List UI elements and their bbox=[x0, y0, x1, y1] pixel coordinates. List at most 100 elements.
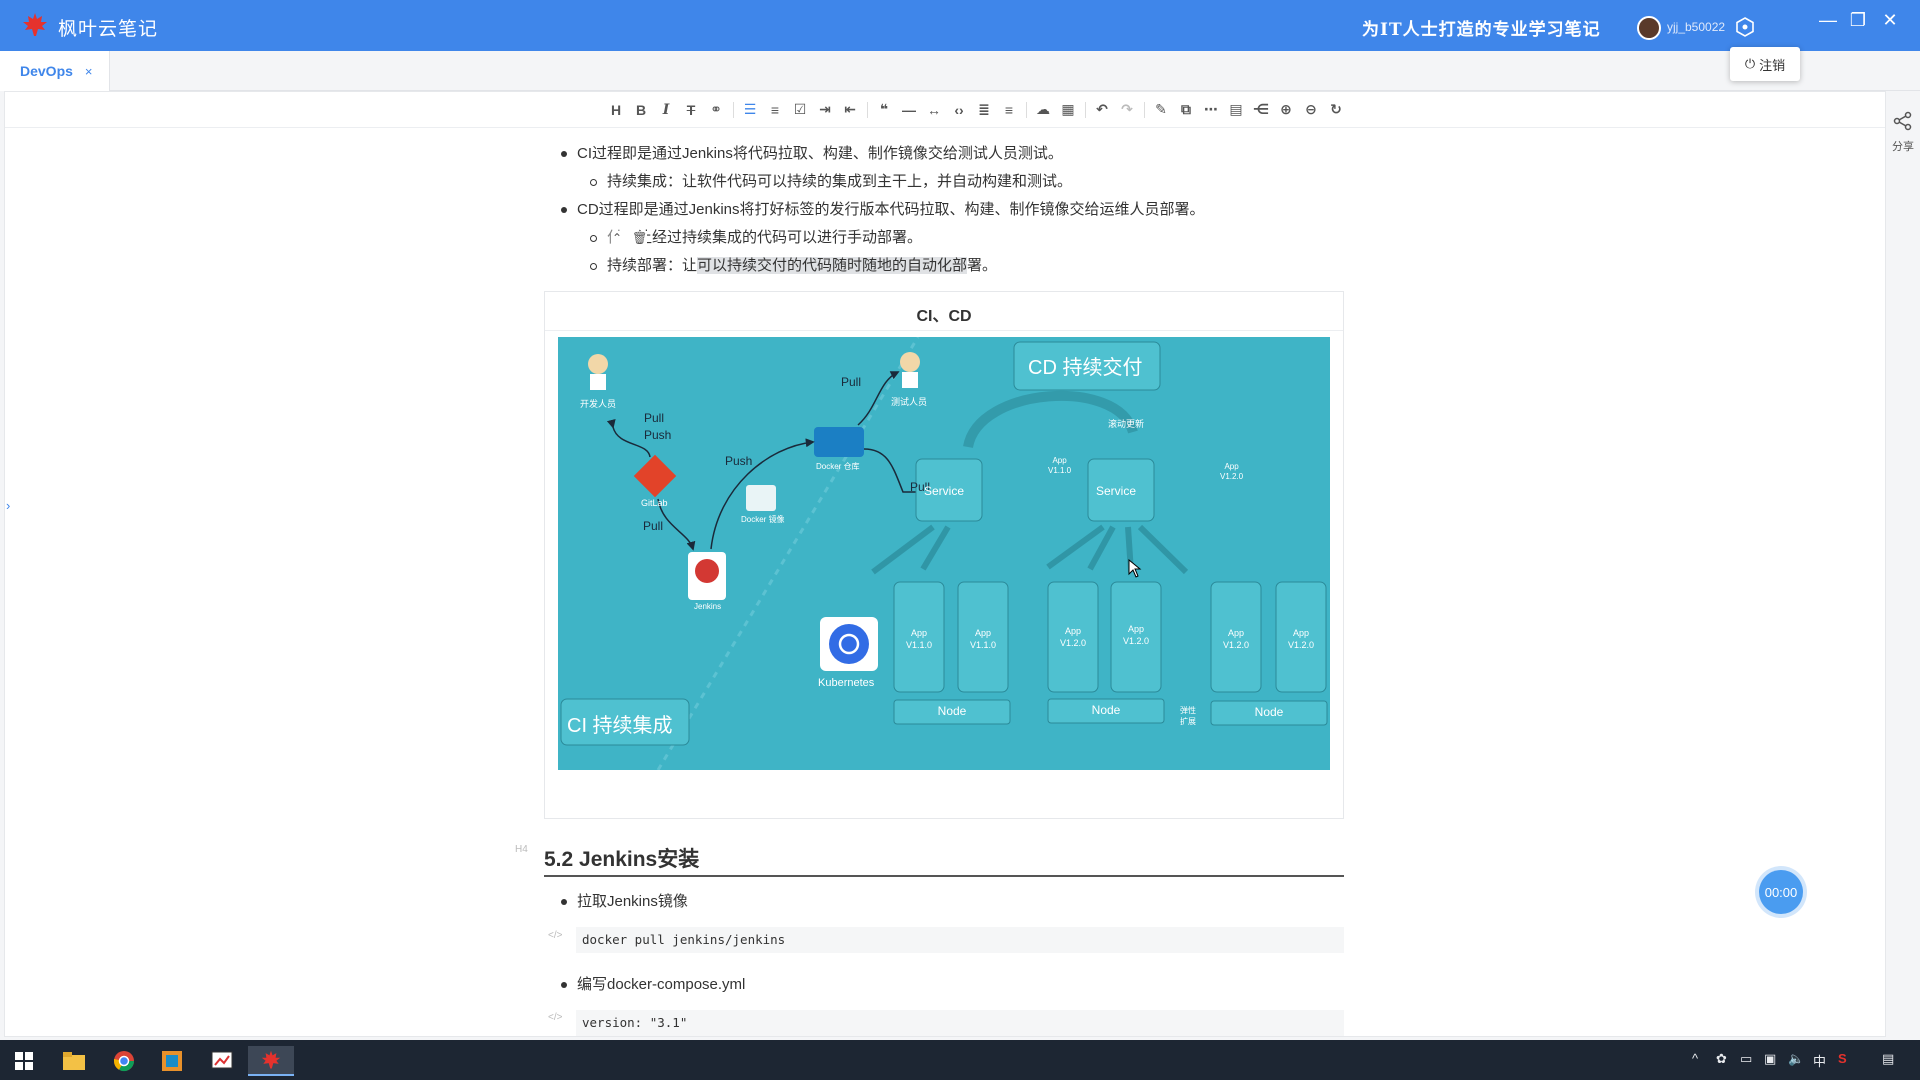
service-version: App V1.1.0 bbox=[1048, 456, 1071, 476]
logout-button[interactable]: ⏻ 注销 bbox=[1730, 47, 1800, 81]
logout-label: 注销 bbox=[1759, 57, 1786, 73]
tester-person-icon bbox=[900, 352, 920, 372]
ime-indicator[interactable]: 中 bbox=[1813, 1051, 1826, 1070]
outdent-icon[interactable]: ⇤ bbox=[838, 97, 863, 122]
power-icon: ⏻ bbox=[1744, 56, 1756, 71]
bold-icon[interactable]: B bbox=[629, 97, 654, 122]
screen-capture-icon[interactable] bbox=[202, 1046, 242, 1076]
list-item: 编写docker-compose.yml bbox=[561, 973, 745, 994]
developer-label: 开发人员 bbox=[580, 399, 617, 409]
network-icon[interactable]: ▣ bbox=[1764, 1051, 1776, 1067]
more-icon[interactable]: ⋯ bbox=[1199, 97, 1224, 122]
service-label: Service bbox=[924, 484, 965, 498]
notification-center-icon[interactable]: ▤ bbox=[1882, 1051, 1894, 1067]
refresh-icon[interactable]: ↻ bbox=[1324, 97, 1349, 122]
app-label: App bbox=[1292, 628, 1309, 638]
expand-sidebar-icon[interactable]: › bbox=[6, 498, 10, 513]
service-label: Service bbox=[1096, 484, 1137, 498]
docker-image-label: Docker 镜像 bbox=[741, 515, 785, 524]
zoom-out-icon[interactable]: ⊖ bbox=[1299, 97, 1324, 122]
collapse-up-icon[interactable]: ⌃ bbox=[612, 231, 622, 245]
tab-devops[interactable]: DevOps × bbox=[0, 51, 110, 91]
upload-icon[interactable]: ☁ bbox=[1031, 97, 1056, 122]
code-block[interactable]: version: "3.1" bbox=[576, 1010, 1344, 1036]
version-label: V1.1.0 bbox=[969, 640, 997, 650]
close-window-icon[interactable]: ✕ bbox=[1878, 10, 1902, 31]
horizontal-rule-icon[interactable]: — bbox=[897, 97, 922, 122]
minimize-icon[interactable]: — bbox=[1816, 10, 1840, 31]
mindmap-icon[interactable]: ⋲ bbox=[1249, 97, 1274, 122]
list-item-text: 持续集成：让软件代码可以持续的集成到主干上，并自动构建和测试。 bbox=[607, 173, 1073, 190]
list-item-text: CD过程即是通过Jenkins将打好标签的发行版本代码拉取、构建、制作镜像交给运… bbox=[577, 201, 1205, 218]
tray-app-icon[interactable]: ✿ bbox=[1716, 1051, 1727, 1067]
bullet bbox=[561, 207, 567, 214]
list-item-text: 编写docker-compose.yml bbox=[577, 976, 746, 993]
edit-icon[interactable]: ✎ bbox=[1149, 97, 1174, 122]
quote-icon[interactable]: ❝ bbox=[872, 97, 897, 122]
list-item-text: CI过程即是通过Jenkins将代码拉取、构建、制作镜像交给测试人员测试。 bbox=[577, 145, 1063, 162]
table-icon[interactable]: ▦ bbox=[1056, 97, 1081, 122]
chrome-icon[interactable] bbox=[104, 1046, 144, 1076]
tab-close-icon[interactable]: × bbox=[85, 64, 93, 79]
version-label: V1.2.0 bbox=[1059, 638, 1087, 648]
maple-notes-taskbar-icon[interactable] bbox=[248, 1046, 294, 1076]
align-icon[interactable]: ≣ bbox=[972, 97, 997, 122]
toolbar-divider bbox=[866, 101, 868, 118]
code-block-mark: </> bbox=[548, 930, 563, 941]
windows-start-icon[interactable] bbox=[4, 1046, 44, 1076]
undo-icon[interactable]: ↶ bbox=[1090, 97, 1115, 122]
title-bar: 枫叶云笔记 为IT人士打造的专业学习笔记 yjj_b50022 — ❐ ✕ bbox=[0, 0, 1920, 51]
battery-icon[interactable]: ▭ bbox=[1740, 1051, 1752, 1067]
version-label: V1.2.0 bbox=[1222, 640, 1250, 650]
sogou-ime-icon[interactable]: S bbox=[1838, 1051, 1847, 1066]
unordered-list-icon[interactable]: ☰ bbox=[738, 97, 763, 122]
ci-cd-diagram: CD 持续交付 CI 持续集成 开发人员 测试人员 GitLab Jenkins… bbox=[558, 337, 1330, 770]
section-heading: 5.2 Jenkins安装 bbox=[544, 843, 1344, 877]
code-block-icon[interactable]: ‹› bbox=[947, 97, 972, 122]
app-pod-label: App V1.2.0 bbox=[1111, 623, 1161, 647]
settings-hex-icon[interactable] bbox=[1735, 17, 1755, 37]
app-pod-label: App V1.2.0 bbox=[1048, 625, 1098, 649]
indent-icon[interactable]: ⇥ bbox=[813, 97, 838, 122]
app-slogan: 为IT人士打造的专业学习笔记 bbox=[1362, 20, 1601, 40]
app-label: App bbox=[1064, 626, 1081, 636]
tray-expand-icon[interactable]: ^ bbox=[1692, 1051, 1698, 1066]
heading-icon[interactable]: H bbox=[604, 97, 629, 122]
node-label: Node bbox=[1091, 703, 1121, 717]
file-explorer-icon[interactable] bbox=[54, 1046, 94, 1076]
app-label: App bbox=[1052, 456, 1067, 465]
redo-icon[interactable]: ↷ bbox=[1115, 97, 1140, 122]
preview-icon[interactable]: ⧉ bbox=[1174, 97, 1199, 122]
inline-code-icon[interactable]: ↔ bbox=[922, 97, 947, 122]
figure-divider bbox=[545, 330, 1343, 331]
delete-icon[interactable]: 🗑 bbox=[632, 231, 647, 245]
bullet bbox=[590, 178, 597, 186]
timer-button[interactable]: 00:00 bbox=[1759, 870, 1803, 914]
toc-icon[interactable]: ▤ bbox=[1224, 97, 1249, 122]
terminal-app-icon[interactable] bbox=[152, 1046, 192, 1076]
version-label: V1.2.0 bbox=[1122, 636, 1150, 646]
gitlab-label: GitLab bbox=[641, 498, 668, 508]
align-right-icon[interactable]: ≡ bbox=[997, 97, 1022, 122]
checklist-icon[interactable]: ☑ bbox=[788, 97, 813, 122]
kubernetes-label: Kubernetes bbox=[818, 677, 875, 689]
bullet bbox=[590, 234, 597, 242]
app-pod-label: App V1.2.0 bbox=[1211, 627, 1261, 651]
zoom-in-icon[interactable]: ⊕ bbox=[1274, 97, 1299, 122]
list-item: CD过程即是通过Jenkins将打好标签的发行版本代码拉取、构建、制作镜像交给运… bbox=[561, 198, 1205, 219]
scale-label: 弹性扩展 bbox=[1180, 706, 1196, 726]
strikethrough-icon[interactable]: T bbox=[679, 97, 704, 122]
share-button[interactable]: 分享 bbox=[1886, 111, 1920, 154]
italic-icon[interactable]: I bbox=[654, 97, 679, 122]
ordered-list-icon[interactable]: ≡ bbox=[763, 97, 788, 122]
user-avatar[interactable] bbox=[1637, 16, 1661, 40]
username[interactable]: yjj_b50022 bbox=[1667, 20, 1725, 34]
link-icon[interactable]: ⚭ bbox=[704, 97, 729, 122]
list-item-text: 拉取Jenkins镜像 bbox=[577, 893, 688, 910]
restore-icon[interactable]: ❐ bbox=[1846, 10, 1870, 31]
selected-text: 可以持续交付的代码随时随地的自动化部 bbox=[697, 257, 968, 274]
app-label: App bbox=[974, 628, 991, 638]
code-block[interactable]: docker pull jenkins/jenkins bbox=[576, 927, 1344, 953]
volume-icon[interactable]: 🔈 bbox=[1788, 1051, 1804, 1067]
app-label: App bbox=[1127, 624, 1144, 634]
